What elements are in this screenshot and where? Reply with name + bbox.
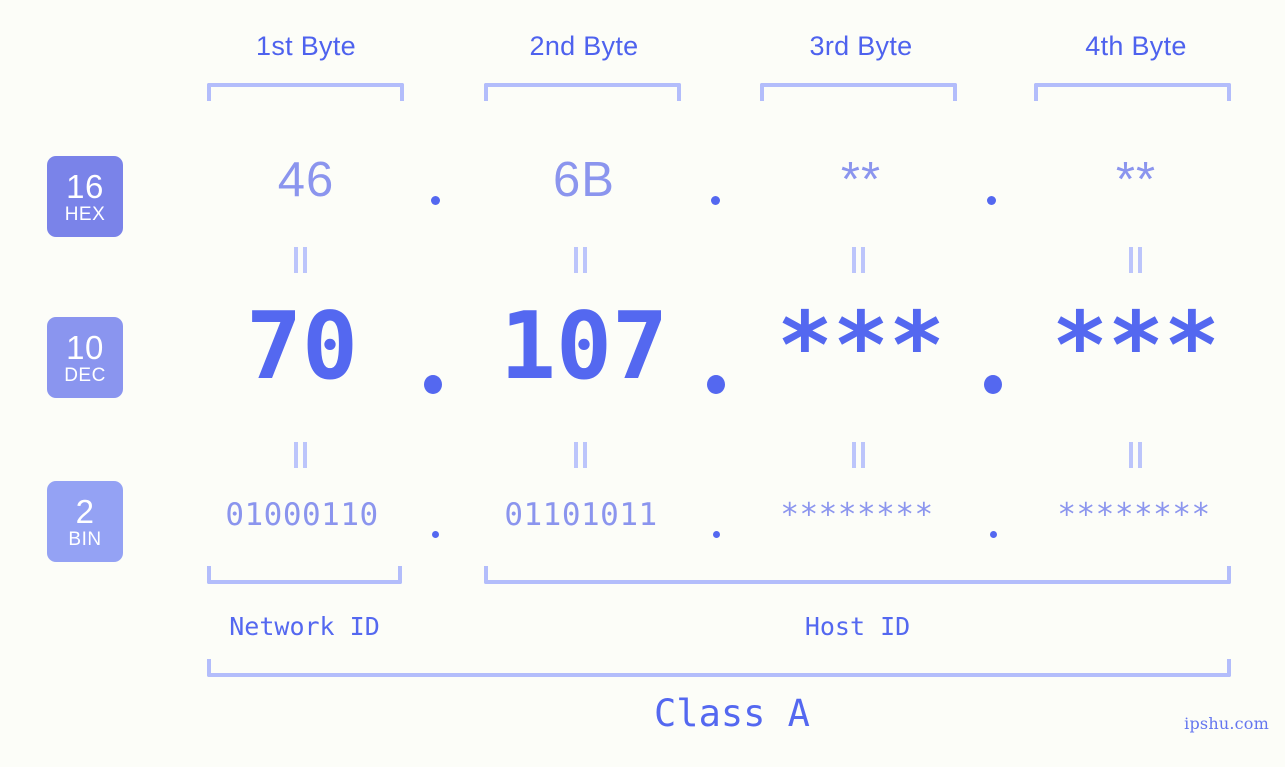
equivalence-mark-dec-bin-4 [1127, 442, 1145, 468]
radix-badge-hex: 16 HEX [47, 156, 123, 237]
dec-separator-dot-2 [707, 375, 725, 394]
radix-badge-dec-label: DEC [64, 364, 106, 386]
equivalence-mark-hex-dec-1 [292, 247, 310, 273]
byte-bracket-top-4 [1034, 83, 1231, 101]
radix-badge-hex-label: HEX [64, 203, 106, 225]
radix-badge-bin: 2 BIN [47, 481, 123, 562]
radix-badge-dec: 10 DEC [47, 317, 123, 398]
radix-badge-bin-number: 2 [75, 492, 95, 530]
radix-badge-dec-number: 10 [66, 328, 104, 366]
hex-byte-4: ** [1115, 153, 1157, 207]
dec-byte-1: 70 [246, 292, 358, 400]
bin-byte-4: ******** [1057, 497, 1211, 533]
network-id-label: Network ID [229, 612, 380, 641]
site-watermark: ipshu.com [1184, 714, 1269, 733]
byte-header-3: 3rd Byte [809, 31, 913, 61]
byte-header-4: 4th Byte [1085, 31, 1187, 61]
hex-separator-dot-2 [711, 196, 720, 205]
bin-separator-dot-2 [713, 531, 720, 538]
hex-separator-dot-1 [431, 196, 440, 205]
hex-byte-3: ** [840, 153, 882, 207]
class-bracket [207, 659, 1231, 677]
byte-header-1: 1st Byte [256, 31, 356, 61]
ip-byte-breakdown-diagram: 1st Byte 2nd Byte 3rd Byte 4th Byte 16 H… [0, 0, 1285, 767]
bin-separator-dot-1 [432, 531, 439, 538]
radix-badge-hex-number: 16 [66, 167, 104, 205]
dec-separator-dot-1 [424, 375, 442, 394]
equivalence-mark-hex-dec-3 [850, 247, 868, 273]
bin-byte-2: 01101011 [504, 497, 658, 533]
equivalence-mark-dec-bin-2 [572, 442, 590, 468]
equivalence-mark-dec-bin-1 [292, 442, 310, 468]
radix-badge-bin-label: BIN [68, 528, 102, 550]
dec-byte-3: *** [777, 292, 945, 400]
hex-byte-1: 46 [277, 153, 335, 207]
hex-separator-dot-3 [987, 196, 996, 205]
dec-separator-dot-3 [984, 375, 1002, 394]
equivalence-mark-dec-bin-3 [850, 442, 868, 468]
host-id-bracket [484, 566, 1231, 584]
equivalence-mark-hex-dec-4 [1127, 247, 1145, 273]
bin-byte-1: 01000110 [225, 497, 379, 533]
host-id-label: Host ID [804, 612, 911, 641]
equivalence-mark-hex-dec-2 [572, 247, 590, 273]
class-label: Class A [654, 692, 810, 735]
bin-separator-dot-3 [990, 531, 997, 538]
hex-byte-2: 6B [553, 153, 615, 207]
network-id-bracket [207, 566, 402, 584]
byte-header-2: 2nd Byte [529, 31, 639, 61]
bin-byte-3: ******** [780, 497, 934, 533]
byte-bracket-top-3 [760, 83, 957, 101]
byte-bracket-top-1 [207, 83, 404, 101]
dec-byte-2: 107 [500, 292, 668, 400]
dec-byte-4: *** [1052, 292, 1220, 400]
byte-bracket-top-2 [484, 83, 681, 101]
